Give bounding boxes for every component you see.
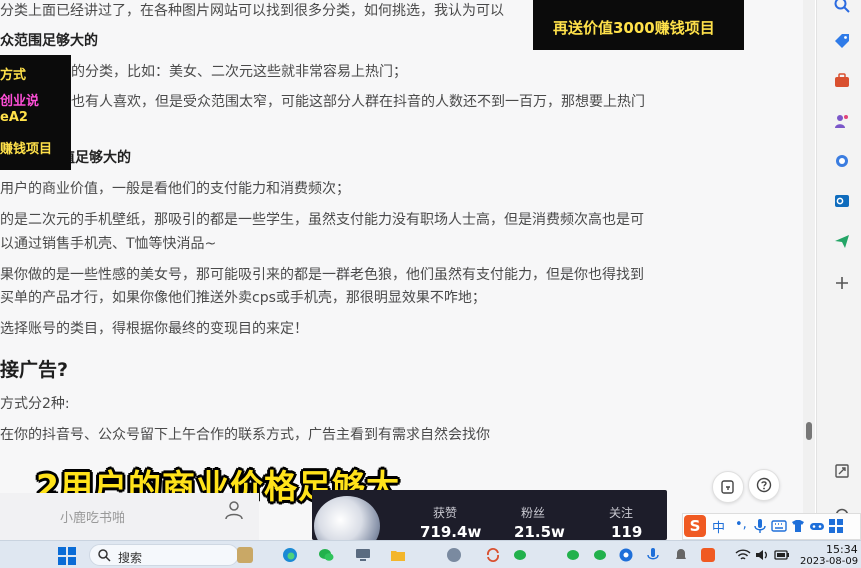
monitor-icon[interactable] [355,547,371,563]
toolbox-icon[interactable] [833,72,851,90]
folder-icon[interactable] [390,547,406,563]
start-tile [58,547,66,555]
sync-icon[interactable] [485,547,501,563]
promo-banner-left[interactable]: 方式 创业说 eA2 赚钱项目 [0,55,71,170]
network-app-icon[interactable] [618,547,634,563]
taskbar-search-label: 搜索 [118,551,143,565]
battery-icon[interactable] [774,547,790,563]
send-icon[interactable] [833,232,851,250]
profile-stats-card: 获赞 719.4w 粉丝 21.5w 关注 119 [312,490,667,540]
add-icon[interactable] [833,274,851,292]
article-subheading: 值足够大的 [61,150,131,166]
article-line: 选择账号的类目，得根据你最终的变现目的来定！ [0,321,308,337]
tag-icon[interactable] [833,32,851,50]
scrollbar-thumb[interactable] [806,422,812,440]
wechat-icon[interactable] [565,547,581,563]
article-line: 果你做的是一些性感的美女号，那可能吸引来的都是一群老色狼，他们虽然有支付能力，但… [0,267,644,283]
wifi-icon[interactable] [735,547,751,563]
article-content: 分类上面已经讲过了，在各种图片网站可以找到很多分类，如何挑选，我认为可以 众范围… [0,0,815,540]
promo-banner-text: 再送价值3000赚钱项目 [553,19,715,37]
apps-grid-icon[interactable] [828,518,844,534]
avatar[interactable] [314,496,380,540]
article-line: 的分类，比如：美女、二次元这些就非常容易上热门； [71,64,407,80]
person-icon[interactable] [224,500,244,520]
ime-mode-toggle[interactable]: 中 [712,517,725,536]
microphone-icon[interactable] [645,547,661,563]
taskbar-clock-date[interactable]: 2023-08-09 [800,556,858,567]
edge-browser-icon[interactable] [282,547,298,563]
keyboard-icon[interactable] [771,518,787,534]
profile-strip [0,493,259,540]
stat-value-fans: 21.5w [514,523,565,540]
article-line: 也有人喜欢，但是受众范围太窄，可能这部分人群在抖音的人数还不到一百万，那想要上热… [71,94,645,110]
sogou-icon[interactable]: S [684,515,706,537]
gamepad-icon[interactable] [809,518,825,534]
help-button[interactable] [748,469,780,501]
bell-icon[interactable] [673,547,689,563]
people-icon[interactable] [833,112,851,130]
article-subheading: 众范围足够大的 [0,33,98,49]
wechat-icon[interactable] [592,547,608,563]
screenshot-icon[interactable] [833,462,851,480]
windows-start-icon[interactable] [58,547,76,565]
article-line: 分类上面已经讲过了，在各种图片网站可以找到很多分类，如何挑选，我认为可以 [0,3,504,19]
start-tile [58,557,66,565]
promo-left-line: 创业说 [0,94,40,109]
article-line: 方式分2种: [0,396,70,412]
article-line: 在你的抖音号、公众号留下上午合作的联系方式，广告主看到有需求自然会找你 [0,427,490,443]
promo-banner-top[interactable]: 再送价值3000赚钱项目 [533,0,744,50]
wechat-icon[interactable] [512,547,528,563]
volume-icon[interactable] [754,547,770,563]
article-line: 用户的商业价值，一般是看他们的支付能力和消费频次； [0,181,350,197]
taskbar-search-box[interactable] [89,544,239,566]
promo-left-line: eA2 [0,110,28,125]
app-icon[interactable] [446,547,462,563]
wechat-icon[interactable] [318,547,334,563]
help-icon [756,477,772,493]
start-tile [68,547,76,555]
article-heading: 接广告? [0,359,69,381]
outlook-icon[interactable] [833,192,851,210]
stat-value-following: 119 [611,523,643,540]
feedback-button[interactable] [712,471,744,503]
article-line: 的是二次元的手机壁纸，那吸引的都是一些学生，虽然支付能力没有职场人士高，但是消费… [0,212,644,228]
ime-punctuation-toggle[interactable]: •, [735,517,747,532]
stat-label-likes: 获赞 [433,506,458,520]
taskbar-clock-time[interactable]: 15:34 [826,543,858,556]
search-icon [98,549,111,562]
stat-label-following: 关注 [609,506,634,520]
skin-icon[interactable] [790,518,806,534]
feedback-icon [721,480,734,494]
profile-name: 小鹿吃书啪 [60,511,126,526]
copilot-icon[interactable] [833,152,851,170]
widgets-icon[interactable] [237,547,253,563]
stat-value-likes: 719.4w [420,523,482,540]
article-line: 以通过销售手机壳、T恤等快消品~ [0,236,217,252]
page-scrollbar[interactable] [803,0,815,540]
microphone-icon[interactable] [752,518,768,534]
promo-left-line: 赚钱项目 [0,142,53,157]
stat-label-fans: 粉丝 [521,506,546,520]
promo-left-line: 方式 [0,68,27,83]
article-line: 买单的产品才行，如果你像他们推送外卖cps或手机壳，那很明显效果不咋地； [0,290,486,306]
start-tile [68,557,76,565]
search-icon[interactable] [833,0,851,14]
sogou-tray-icon[interactable] [700,547,716,563]
